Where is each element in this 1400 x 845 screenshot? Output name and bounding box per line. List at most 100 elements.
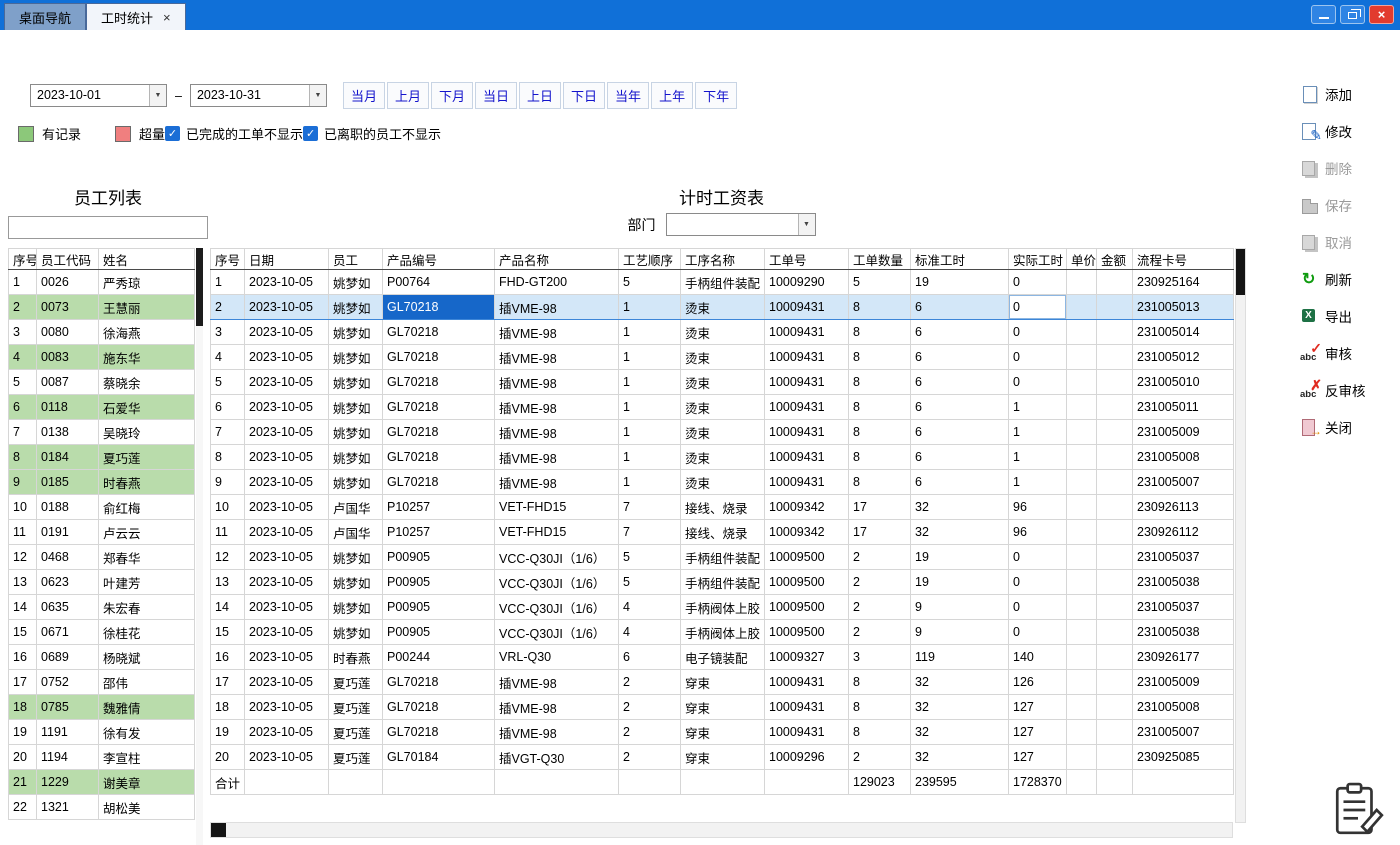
wage-table-vscrollbar[interactable] [1235, 248, 1246, 823]
quick-range-button[interactable]: 下年 [695, 82, 737, 109]
employee-row[interactable]: 100188俞红梅 [9, 495, 195, 520]
export-button[interactable]: 导出 [1300, 304, 1392, 328]
quick-range-button[interactable]: 当日 [475, 82, 517, 109]
employee-row[interactable]: 120468郑春华 [9, 545, 195, 570]
wage-row[interactable]: 102023-10-05卢国华P10257VET-FHD157接线、烧录1000… [211, 495, 1234, 520]
refresh-button[interactable]: 刷新 [1300, 267, 1392, 291]
employee-row[interactable]: 70138吴晓玲 [9, 420, 195, 445]
quick-range-button[interactable]: 上日 [519, 82, 561, 109]
scrollbar-thumb[interactable] [211, 823, 226, 837]
wage-cell: 32 [911, 670, 1009, 695]
wage-row[interactable]: 12023-10-05姚梦如P00764FHD-GT2005手柄组件装配1000… [211, 270, 1234, 295]
wage-row[interactable]: 62023-10-05姚梦如GL70218插VME-981烫束100094318… [211, 395, 1234, 420]
wage-table-hscrollbar[interactable] [210, 822, 1233, 838]
quick-range-button[interactable]: 下月 [431, 82, 473, 109]
wage-row[interactable]: 52023-10-05姚梦如GL70218插VME-981烫束100094318… [211, 370, 1234, 395]
window-tab[interactable]: 工时统计× [86, 3, 186, 30]
wage-cell: 10 [211, 495, 245, 520]
employee-code: 0118 [37, 395, 99, 420]
employee-row[interactable]: 60118石爱华 [9, 395, 195, 420]
employee-row[interactable]: 50087蔡晓余 [9, 370, 195, 395]
tab-close-icon[interactable]: × [163, 10, 171, 25]
column-header: 工单号 [765, 249, 849, 270]
wage-cell [1067, 395, 1097, 420]
employee-row[interactable]: 30080徐海燕 [9, 320, 195, 345]
wage-cell: 32 [911, 745, 1009, 770]
wage-row[interactable]: 192023-10-05夏巧莲GL70218插VME-982穿束10009431… [211, 720, 1234, 745]
wage-row[interactable]: 42023-10-05姚梦如GL70218插VME-981烫束100094318… [211, 345, 1234, 370]
employee-row[interactable]: 140635朱宏春 [9, 595, 195, 620]
add-doc-icon [1300, 85, 1320, 104]
scrollbar-thumb[interactable] [196, 248, 203, 326]
employee-row[interactable]: 20073王慧丽 [9, 295, 195, 320]
display-filter-checkbox[interactable]: ✓已完成的工单不显示 [165, 124, 303, 143]
close-button[interactable]: 关闭 [1300, 415, 1392, 439]
employee-row[interactable]: 150671徐桂花 [9, 620, 195, 645]
quick-range-button[interactable]: 当月 [343, 82, 385, 109]
wage-cell: 230925085 [1133, 745, 1234, 770]
chevron-down-icon[interactable]: ▼ [798, 214, 815, 235]
wage-cell: 8 [849, 345, 911, 370]
date-from-picker[interactable]: 2023-10-01 ▼ [30, 84, 167, 107]
employee-row[interactable]: 80184夏巧莲 [9, 445, 195, 470]
quick-range-button[interactable]: 下日 [563, 82, 605, 109]
wage-row[interactable]: 122023-10-05姚梦如P00905VCC-Q30JI（1/6）5手柄组件… [211, 545, 1234, 570]
chevron-down-icon[interactable]: ▼ [149, 85, 166, 106]
wage-row[interactable]: 82023-10-05姚梦如GL70218插VME-981烫束100094318… [211, 445, 1234, 470]
employee-row[interactable]: 221321胡松美 [9, 795, 195, 820]
close-window-button[interactable]: × [1369, 5, 1394, 24]
display-filter-checkbox[interactable]: ✓已离职的员工不显示 [303, 124, 441, 143]
date-to-picker[interactable]: 2023-10-31 ▼ [190, 84, 327, 107]
wage-cell: 10009431 [765, 345, 849, 370]
add-button[interactable]: 添加 [1300, 82, 1392, 106]
employee-row[interactable]: 201194李宣柱 [9, 745, 195, 770]
quick-range-button[interactable]: 上月 [387, 82, 429, 109]
wage-cell [1097, 395, 1133, 420]
employee-row[interactable]: 211229谢美章 [9, 770, 195, 795]
checkbox-icon[interactable]: ✓ [303, 126, 318, 141]
wage-cell: 8 [849, 445, 911, 470]
reverse-audit-button[interactable]: 反审核 [1300, 378, 1392, 402]
employee-row[interactable]: 40083施东华 [9, 345, 195, 370]
audit-button[interactable]: 审核 [1300, 341, 1392, 365]
modify-button[interactable]: 修改 [1300, 119, 1392, 143]
wage-cell: 2023-10-05 [245, 545, 329, 570]
wage-row[interactable]: 72023-10-05姚梦如GL70218插VME-981烫束100094318… [211, 420, 1234, 445]
wage-row[interactable]: 112023-10-05卢国华P10257VET-FHD157接线、烧录1000… [211, 520, 1234, 545]
wage-row[interactable]: 152023-10-05姚梦如P00905VCC-Q30JI（1/6）4手柄阀体… [211, 620, 1234, 645]
employee-row[interactable]: 90185时春燕 [9, 470, 195, 495]
wage-cell: 0 [1009, 545, 1067, 570]
employee-row[interactable]: 180785魏雅倩 [9, 695, 195, 720]
employee-row[interactable]: 10026严秀琼 [9, 270, 195, 295]
column-header: 序号 [9, 249, 37, 270]
employee-row[interactable]: 191191徐有发 [9, 720, 195, 745]
employee-row[interactable]: 170752邵伟 [9, 670, 195, 695]
department-select[interactable]: ▼ [666, 213, 816, 236]
save-icon [1300, 196, 1320, 215]
employee-row[interactable]: 110191卢云云 [9, 520, 195, 545]
minimize-button[interactable] [1311, 5, 1336, 24]
wage-row[interactable]: 182023-10-05夏巧莲GL70218插VME-982穿束10009431… [211, 695, 1234, 720]
window-tab[interactable]: 桌面导航 [4, 3, 86, 30]
wage-row[interactable]: 172023-10-05夏巧莲GL70218插VME-982穿束10009431… [211, 670, 1234, 695]
wage-row[interactable]: 132023-10-05姚梦如P00905VCC-Q30JI（1/6）5手柄组件… [211, 570, 1234, 595]
wage-row[interactable]: 22023-10-05姚梦如GL70218插VME-981烫束100094318… [211, 295, 1234, 320]
wage-row[interactable]: 32023-10-05姚梦如GL70218插VME-981烫束100094318… [211, 320, 1234, 345]
wage-row[interactable]: 162023-10-05时春燕P00244VRL-Q306电子镜装配100093… [211, 645, 1234, 670]
employee-no: 3 [9, 320, 37, 345]
quick-range-button[interactable]: 上年 [651, 82, 693, 109]
employee-row[interactable]: 130623叶建芳 [9, 570, 195, 595]
wage-row[interactable]: 142023-10-05姚梦如P00905VCC-Q30JI（1/6）4手柄阀体… [211, 595, 1234, 620]
employee-list-scrollbar[interactable] [196, 248, 203, 845]
wage-cell: 1 [619, 345, 681, 370]
chevron-down-icon[interactable]: ▼ [309, 85, 326, 106]
checkbox-icon[interactable]: ✓ [165, 126, 180, 141]
employee-filter-input[interactable] [8, 216, 208, 239]
restore-button[interactable] [1340, 5, 1365, 24]
wage-cell: 1 [619, 445, 681, 470]
scrollbar-thumb[interactable] [1236, 249, 1245, 295]
quick-range-button[interactable]: 当年 [607, 82, 649, 109]
wage-row[interactable]: 92023-10-05姚梦如GL70218插VME-981烫束100094318… [211, 470, 1234, 495]
employee-row[interactable]: 160689杨晓斌 [9, 645, 195, 670]
wage-row[interactable]: 202023-10-05夏巧莲GL70184插VGT-Q302穿束1000929… [211, 745, 1234, 770]
